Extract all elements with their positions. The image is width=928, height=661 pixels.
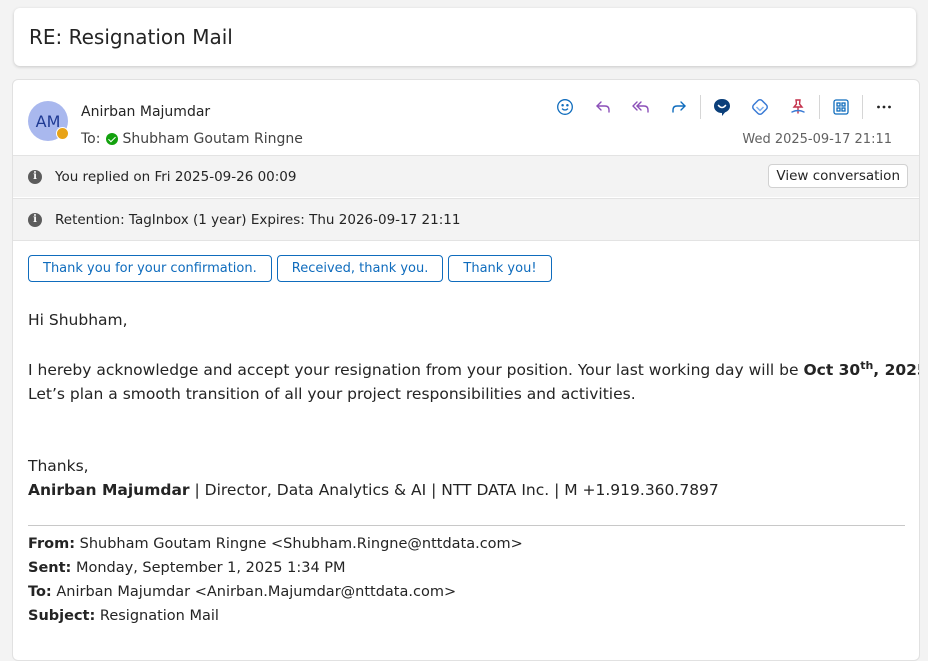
body-paragraph: Let’s plan a smooth transition of all yo… [28, 385, 636, 403]
pin-icon[interactable] [779, 94, 817, 120]
message-header: AM Anirban Majumdar To: Shubham Goutam R… [13, 80, 919, 155]
sender-name[interactable]: Anirban Majumdar [81, 104, 210, 120]
greeting: Hi Shubham, [28, 311, 128, 329]
message-toolbar [546, 94, 903, 120]
body-text: I hereby acknowledge and accept your res… [28, 361, 804, 380]
status-badge [56, 127, 69, 140]
toolbar-divider [700, 95, 701, 119]
smiley-icon[interactable] [546, 94, 584, 120]
email-subject: RE: Resignation Mail [29, 25, 233, 49]
quoted-subject: Subject: Resignation Mail [28, 608, 219, 624]
presence-available-icon [106, 133, 119, 145]
replied-info-bar: i You replied on Fri 2025-09-26 00:09 Vi… [13, 155, 919, 197]
view-conversation-button[interactable]: View conversation [768, 164, 908, 188]
subject-card: RE: Resignation Mail [14, 8, 916, 66]
message-date: Wed 2025-09-17 21:11 [742, 132, 892, 147]
suggested-reply-button[interactable]: Thank you! [448, 255, 552, 282]
more-icon[interactable] [865, 94, 903, 120]
info-icon: i [28, 169, 42, 184]
quoted-sent: Sent: Monday, September 1, 2025 1:34 PM [28, 560, 346, 576]
suggested-replies: Thank you for your confirmation. Receive… [28, 255, 557, 282]
signature-name: Anirban Majumdar [28, 481, 190, 499]
quoted-divider [28, 525, 905, 526]
signoff: Thanks, [28, 457, 89, 475]
quoted-to: To: Anirban Majumdar <Anirban.Majumdar@n… [28, 584, 457, 600]
suggested-reply-button[interactable]: Thank you for your confirmation. [28, 255, 272, 282]
recipient-name[interactable]: Shubham Goutam Ringne [122, 131, 302, 147]
suggested-reply-button[interactable]: Received, thank you. [276, 255, 444, 282]
toolbar-divider [862, 95, 863, 119]
body-paragraph: I hereby acknowledge and accept your res… [28, 359, 919, 380]
reply-all-icon[interactable] [622, 94, 660, 120]
message-pane: AM Anirban Majumdar To: Shubham Goutam R… [12, 79, 920, 661]
replied-text: You replied on Fri 2025-09-26 00:09 [55, 168, 297, 185]
retention-info-bar: i Retention: TagInbox (1 year) Expires: … [13, 198, 919, 241]
signature-details: | Director, Data Analytics & AI | NTT DA… [189, 481, 719, 499]
apps-grid-icon[interactable] [822, 94, 860, 120]
forward-icon[interactable] [660, 94, 698, 120]
tag-icon[interactable] [741, 94, 779, 120]
quoted-from: From: Shubham Goutam Ringne <Shubham.Rin… [28, 536, 523, 552]
last-day-date: Oct 30th, 2025 [803, 359, 919, 380]
info-icon: i [28, 212, 42, 227]
retention-text: Retention: TagInbox (1 year) Expires: Th… [55, 211, 461, 228]
chat-bubble-icon[interactable] [703, 94, 741, 120]
signature: Anirban Majumdar | Director, Data Analyt… [28, 481, 719, 499]
to-label: To: [81, 131, 101, 147]
recipient-line: To: Shubham Goutam Ringne [81, 131, 303, 147]
reply-icon[interactable] [584, 94, 622, 120]
toolbar-divider [819, 95, 820, 119]
